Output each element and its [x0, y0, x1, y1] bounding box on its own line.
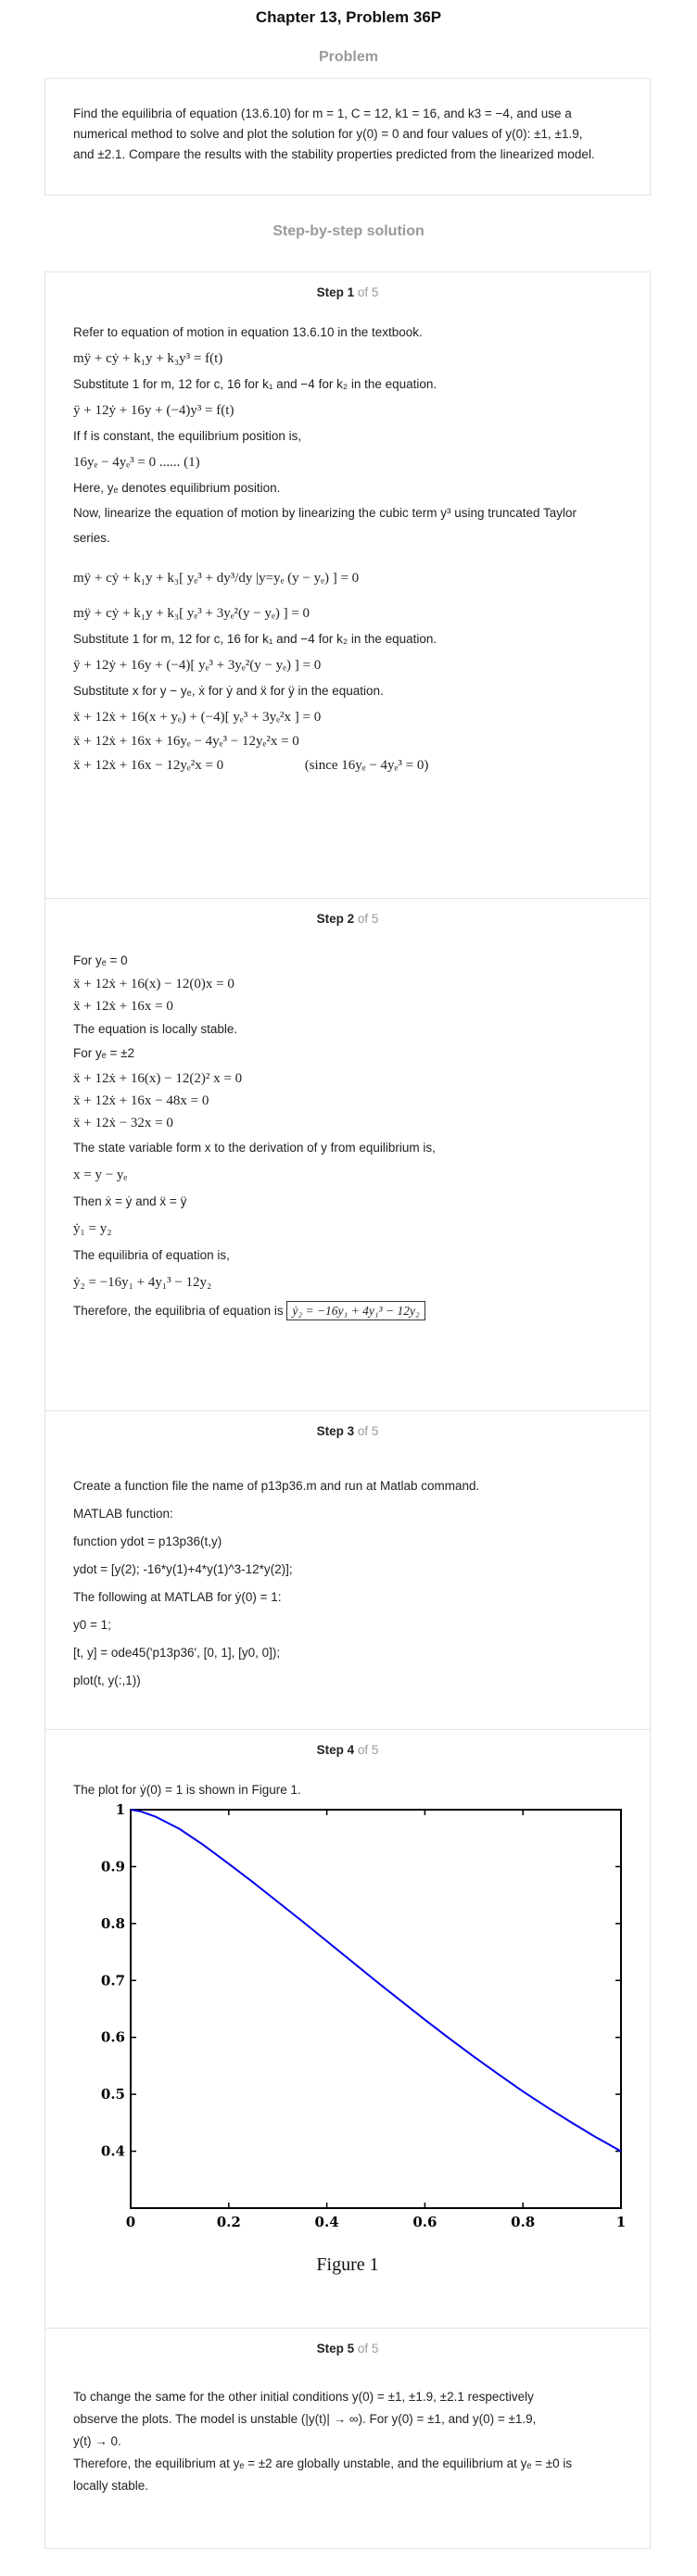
equation: ẏ₂ = −16y₁ + 4y₁³ − 12y₂: [73, 1275, 212, 1290]
series-line: [130, 1809, 622, 2153]
step-total: of 5: [357, 2342, 379, 2355]
problem-text-line: and ±2.1. Compare the results with the s…: [73, 147, 595, 161]
x-tick-label: 0.8: [511, 2214, 535, 2230]
step-number: Step 3: [316, 1424, 355, 1438]
step-text: locally stable.: [73, 2479, 149, 2493]
step-text: The equation is locally stable.: [73, 1022, 238, 1036]
step-text: Therefore, the equilibria of equation is: [73, 1304, 284, 1318]
page: Chapter 13, Problem 36P Problem Find the…: [0, 0, 697, 2576]
step-number: Step 5: [316, 2342, 355, 2355]
code-line: plot(t, y(:,1)): [73, 1673, 141, 1687]
step-total: of 5: [357, 1424, 379, 1438]
step-text: Substitute x for y − yₑ, ẋ for ẏ and ẍ f…: [73, 684, 384, 698]
step-text: Then ẋ = ẏ and ẍ = ÿ: [73, 1194, 187, 1208]
solution-label: Step-by-step solution: [272, 223, 425, 239]
step-text: To change the same for the other initial…: [73, 2390, 534, 2404]
plot-frame: [130, 1809, 622, 2209]
step-number: Step 2: [316, 912, 355, 926]
equation: ÿ + 12ẏ + 16y + (−4)y³ = f(t): [73, 403, 234, 418]
x-tick-label: 0: [126, 2214, 135, 2230]
equation: mÿ + cẏ + k₁y + k₃[ yₑ³ + dy³/dy |y=yₑ (…: [73, 571, 360, 586]
equation: ẍ + 12ẋ + 16x = 0: [73, 999, 173, 1014]
step-total: of 5: [357, 1743, 379, 1757]
y-tick-label: 0.4: [101, 2143, 125, 2160]
code-line: [t, y] = ode45('p13p36', [0, 1], [y0, 0]…: [73, 1646, 281, 1660]
step-5: Step 5 of 5 To change the same for the o…: [45, 2329, 650, 2548]
step-text: For yₑ = ±2: [73, 1046, 135, 1060]
step-text: The equilibria of equation is,: [73, 1248, 230, 1262]
y-tick-label: 0.7: [101, 1972, 125, 1989]
page-title: Chapter 13, Problem 36P: [255, 8, 442, 26]
y-tick-label: 0.9: [101, 1858, 125, 1875]
figure-1-chart: 0 0.2 0.4 0.6 0.8 1 0.4 0.5 0.6 0.7 0.8 0.9 1: [71, 1799, 627, 2280]
conclusion-row: Therefore, the equilibria of equation is…: [73, 1301, 622, 1320]
step-text: For yₑ = 0: [73, 953, 128, 967]
step-header: Step 5 of 5: [73, 2329, 622, 2362]
step-text: The state variable form x to the derivat…: [73, 1141, 436, 1155]
step-text: Therefore, the equilibrium at yₑ = ±2 ar…: [73, 2456, 573, 2470]
boxed-result: ẏ₂ = −16y₁ + 4y₁³ − 12y₂: [286, 1301, 425, 1320]
x-tick-label: 1: [616, 2214, 626, 2230]
step-header: Step 2 of 5: [73, 899, 622, 932]
problem-label: Problem: [318, 49, 378, 65]
equation: ẍ + 12ẋ + 16x + 16yₑ − 4yₑ³ − 12yₑ²x = 0: [73, 734, 299, 749]
y-tick-label: 0.6: [101, 2029, 125, 2046]
equation: ẍ + 12ẋ + 16(x + yₑ) + (−4)[ yₑ³ + 3yₑ²x…: [73, 710, 322, 725]
equation: ẍ + 12ẋ − 32x = 0: [73, 1116, 173, 1130]
step-1: Step 1 of 5 Refer to equation of motion …: [45, 272, 650, 899]
step-text: Substitute 1 for m, 12 for c, 16 for k₁ …: [73, 377, 437, 391]
solution-steps: Step 1 of 5 Refer to equation of motion …: [44, 271, 651, 2549]
step-text: Here, yₑ denotes equilibrium position.: [73, 481, 281, 495]
step-header: Step 1 of 5: [73, 272, 622, 306]
step-text: The following at MATLAB for ẏ(0) = 1:: [73, 1590, 282, 1604]
step-3: Step 3 of 5 Create a function file the n…: [45, 1411, 650, 1730]
step-header: Step 3 of 5: [73, 1411, 622, 1445]
step-total: of 5: [357, 285, 379, 299]
equation: ẍ + 12ẋ + 16(x) − 12(2)² x = 0: [73, 1071, 243, 1086]
equation-note: (since 16yₑ − 4yₑ³ = 0): [304, 758, 429, 773]
step-text: series.: [73, 531, 110, 545]
step-text: Create a function file the name of p13p3…: [73, 1479, 480, 1493]
step-text: Substitute 1 for m, 12 for c, 16 for k₁ …: [73, 632, 437, 646]
step-text: y(t) → 0.: [73, 2434, 121, 2448]
equation: ẍ + 12ẋ + 16x − 48x = 0: [73, 1093, 209, 1108]
code-line: y0 = 1;: [73, 1618, 111, 1632]
equation: mÿ + cẏ + k₁y + k₃[ yₑ³ + 3yₑ²(y − yₑ) ]…: [73, 606, 310, 621]
step-number: Step 4: [316, 1743, 355, 1757]
step-number: Step 1: [316, 285, 355, 299]
x-tick-label: 0.6: [412, 2214, 437, 2230]
equation: ẍ + 12ẋ + 16(x) − 12(0)x = 0: [73, 977, 234, 991]
x-tick-label: 0.4: [315, 2214, 339, 2230]
equation: ÿ + 12ẏ + 16y + (−4)[ yₑ³ + 3yₑ²(y − yₑ)…: [73, 658, 322, 673]
problem-text-line: Find the equilibria of equation (13.6.10…: [73, 107, 572, 120]
problem-text-line: numerical method to solve and plot the s…: [73, 127, 583, 141]
equation: 16yₑ − 4yₑ³ = 0 ...... (1): [73, 455, 200, 470]
chart-svg: 0 0.2 0.4 0.6 0.8 1 0.4 0.5 0.6 0.7 0.8 0.9 1: [101, 1801, 626, 2230]
step-2: Step 2 of 5 For yₑ = 0 ẍ + 12ẋ + 16(x) −…: [45, 899, 650, 1411]
step-total: of 5: [357, 912, 379, 926]
x-tick-label: 0.2: [217, 2214, 241, 2230]
code-line: ydot = [y(2); -16*y(1)+4*y(1)^3-12*y(2)]…: [73, 1562, 293, 1576]
step-text: Refer to equation of motion in equation …: [73, 325, 423, 339]
problem-box: Find the equilibria of equation (13.6.10…: [44, 78, 651, 196]
equation-row: ẍ + 12ẋ + 16x − 12yₑ²x = 0 (since 16yₑ −…: [73, 756, 622, 775]
step-text: If f is constant, the equilibrium positi…: [73, 429, 302, 443]
step-text: The plot for ẏ(0) = 1 is shown in Figure…: [73, 1783, 301, 1797]
code-line: function ydot = p13p36(t,y): [73, 1534, 222, 1548]
equation: ẏ₁ = y₂: [73, 1221, 112, 1236]
y-tick-label: 0.8: [101, 1915, 125, 1932]
y-tick-label: 0.5: [101, 2086, 125, 2102]
step-text: MATLAB function:: [73, 1507, 173, 1521]
equation: x = y − yₑ: [73, 1168, 128, 1182]
step-4: Step 4 of 5 The plot for ẏ(0) = 1 is sho…: [45, 1730, 650, 2329]
step-text: Now, linearize the equation of motion by…: [73, 506, 577, 520]
equation: ẍ + 12ẋ + 16x − 12yₑ²x = 0: [73, 758, 224, 773]
equation: mÿ + cẏ + k₁y + k₃y³ = f(t): [73, 351, 223, 366]
step-text: observe the plots. The model is unstable…: [73, 2412, 537, 2426]
y-tick-label: 1: [116, 1801, 125, 1818]
step-header: Step 4 of 5: [73, 1730, 622, 1763]
